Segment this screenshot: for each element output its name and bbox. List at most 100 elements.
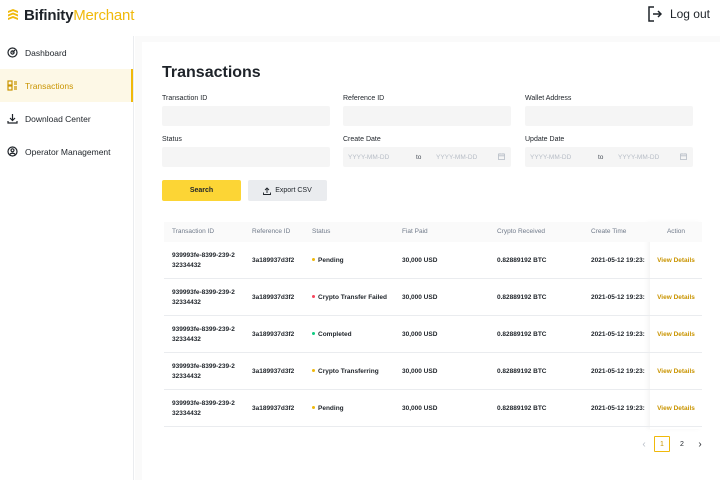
crypto-received-cell: 0.82889192 BTC [497,368,547,375]
transaction-id-cell: 939993fe-8399-239-2 32334432 [172,288,246,307]
table-header: Transaction ID Reference ID Status Fiat … [164,222,702,242]
status-text: Pending [318,405,344,412]
reference-id-cell: 3a189937d3f2 [252,405,295,412]
transaction-id-cell: 939993fe-8399-239-2 32334432 [172,399,246,418]
reference-id-cell: 3a189937d3f2 [252,294,295,301]
transaction-id-cell: 939993fe-8399-239-2 32334432 [172,362,246,381]
transaction-id-line: 32334432 [172,298,201,306]
transaction-id-line: 32334432 [172,409,201,417]
search-button[interactable]: Search [162,180,241,201]
page-2-button[interactable]: 2 [674,436,690,452]
reference-id-label: Reference ID [343,95,385,102]
transaction-id-line: 939993fe-8399-239-2 [172,326,235,333]
status-text: Crypto Transfer Failed [318,294,387,301]
crypto-received-cell: 0.82889192 BTC [497,294,547,301]
table-row: 939993fe-8399-239-2 32334432 3a189937d3f2 P… [164,390,702,427]
view-details-link[interactable]: View Details [650,257,702,264]
header-fiat-paid: Fiat Paid [402,228,428,235]
table-row: 939993fe-8399-239-2 32334432 3a189937d3f2 P… [164,242,702,279]
create-time-cell: 2021-05-12 19:23: [591,405,645,412]
table-row: 939993fe-8399-239-2 32334432 3a189937d3f2 C… [164,316,702,353]
sidebar: Dashboard Transactions Download Center O… [0,36,134,480]
export-csv-label: Export CSV [275,187,312,194]
crypto-received-cell: 0.82889192 BTC [497,405,547,412]
header-action: Action [666,228,686,235]
wallet-address-input[interactable] [525,106,693,126]
create-time-cell: 2021-05-12 19:23: [591,331,645,338]
header-transaction-id: Transaction ID [172,228,215,235]
update-date-end[interactable]: YYYY-MM-DD [618,154,659,161]
status-text: Pending [318,257,344,264]
status-cell: Pending [312,257,344,264]
upload-icon [263,186,272,195]
logout-button[interactable]: Log out [648,5,710,23]
export-csv-button[interactable]: Export CSV [248,180,327,201]
transaction-id-cell: 939993fe-8399-239-2 32334432 [172,251,246,270]
sidebar-item-label: Operator Management [25,146,111,157]
transaction-id-input[interactable] [162,106,330,126]
header-crypto-received: Crypto Received [497,228,546,235]
status-cell: Completed [312,331,352,338]
operator-icon [7,146,18,157]
fiat-paid-cell: 30,000 USD [402,405,438,412]
create-date-label: Create Date [343,136,381,143]
brand-name: BifinityMerchant [24,6,135,24]
create-date-start[interactable]: YYYY-MM-DD [348,154,389,161]
sidebar-item-download-center[interactable]: Download Center [0,102,133,135]
sidebar-item-transactions[interactable]: Transactions [0,69,133,102]
view-details-link[interactable]: View Details [650,368,702,375]
create-date-range[interactable]: YYYY-MM-DD to YYYY-MM-DD [343,147,511,167]
create-date-end[interactable]: YYYY-MM-DD [436,154,477,161]
sidebar-item-label: Download Center [25,113,91,124]
status-select[interactable] [162,147,330,167]
transactions-table: Transaction ID Reference ID Status Fiat … [164,222,702,429]
status-dot [312,368,315,372]
transaction-id-label: Transaction ID [162,95,208,102]
update-date-start[interactable]: YYYY-MM-DD [530,154,571,161]
table-row: 939993fe-8399-239-2 32334432 3a189937d3f2 C… [164,279,702,316]
fiat-paid-cell: 30,000 USD [402,294,438,301]
pagination: ‹ 1 2 › [636,436,708,452]
header-reference-id: Reference ID [252,228,291,235]
page-title: Transactions [162,64,261,81]
reference-id-cell: 3a189937d3f2 [252,257,295,264]
transactions-icon [7,80,18,91]
status-dot [312,257,315,261]
next-page-icon[interactable]: › [692,436,708,452]
transaction-id-cell: 939993fe-8399-239-2 32334432 [172,325,246,344]
dashboard-icon [7,47,18,58]
view-details-link[interactable]: View Details [650,405,702,412]
logout-icon [648,6,662,22]
create-time-cell: 2021-05-12 19:23: [591,294,645,301]
fiat-paid-cell: 30,000 USD [402,368,438,375]
calendar-icon[interactable] [680,153,687,160]
wallet-address-label: Wallet Address [525,95,572,102]
transaction-id-line: 939993fe-8399-239-2 [172,252,235,259]
page-1-button[interactable]: 1 [654,436,670,452]
update-date-label: Update Date [525,136,565,143]
sidebar-item-operator-management[interactable]: Operator Management [0,135,133,168]
reference-id-cell: 3a189937d3f2 [252,331,295,338]
transaction-id-line: 939993fe-8399-239-2 [172,363,235,370]
calendar-icon[interactable] [498,153,505,160]
update-date-range[interactable]: YYYY-MM-DD to YYYY-MM-DD [525,147,693,167]
top-bar: BifinityMerchant Log out [0,0,720,36]
main-panel: Transactions Transaction ID Reference ID… [142,42,720,480]
view-details-link[interactable]: View Details [650,294,702,301]
sidebar-item-label: Transactions [25,80,74,91]
create-time-cell: 2021-05-12 19:23: [591,368,645,375]
fiat-paid-cell: 30,000 USD [402,257,438,264]
status-dot [312,331,315,335]
sidebar-item-label: Dashboard [25,47,67,58]
status-text: Crypto Transferring [318,368,379,375]
sidebar-item-dashboard[interactable]: Dashboard [0,36,133,69]
reference-id-input[interactable] [343,106,511,126]
transaction-id-line: 32334432 [172,372,201,380]
brand-logo[interactable]: BifinityMerchant [6,5,134,25]
header-status: Status [312,228,331,235]
prev-page-icon[interactable]: ‹ [636,436,652,452]
crypto-received-cell: 0.82889192 BTC [497,331,547,338]
fiat-paid-cell: 30,000 USD [402,331,438,338]
status-cell: Crypto Transferring [312,368,379,375]
view-details-link[interactable]: View Details [650,331,702,338]
